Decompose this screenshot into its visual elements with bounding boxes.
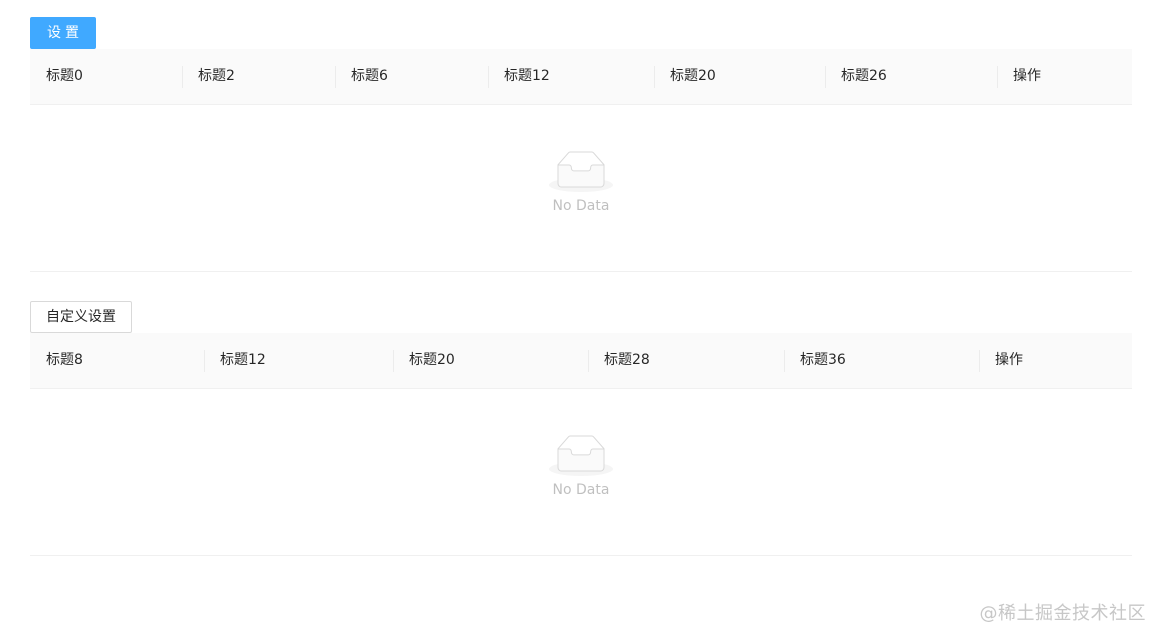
empty-state: No Data	[30, 435, 1132, 498]
table-body-empty-1: No Data	[30, 105, 1132, 272]
table-section-2: 自定义设置 标题8 标题12 标题20 标题28 标题36 操作 No Data	[30, 301, 1132, 556]
column-header[interactable]: 标题26	[825, 49, 997, 104]
column-header[interactable]: 标题28	[588, 333, 784, 388]
empty-state: No Data	[30, 151, 1132, 214]
table-body-empty-2: No Data	[30, 389, 1132, 556]
empty-inbox-icon	[549, 435, 613, 476]
column-header-actions[interactable]: 操作	[997, 49, 1132, 104]
column-header[interactable]: 标题36	[784, 333, 979, 388]
column-header[interactable]: 标题20	[393, 333, 588, 388]
empty-text: No Data	[552, 482, 610, 498]
data-table-1: 标题0 标题2 标题6 标题12 标题20 标题26 操作 No Data	[30, 49, 1132, 272]
data-table-2: 标题8 标题12 标题20 标题28 标题36 操作 No Data	[30, 333, 1132, 556]
watermark: @稀土掘金技术社区	[979, 603, 1146, 624]
table-header-2: 标题8 标题12 标题20 标题28 标题36 操作	[30, 333, 1132, 389]
empty-inbox-icon	[549, 151, 613, 192]
custom-settings-button[interactable]: 自定义设置	[30, 301, 132, 333]
column-header[interactable]: 标题20	[654, 49, 825, 104]
column-header[interactable]: 标题0	[30, 49, 182, 104]
settings-button[interactable]: 设置	[30, 17, 96, 49]
column-header[interactable]: 标题6	[335, 49, 488, 104]
table-section-1: 设置 标题0 标题2 标题6 标题12 标题20 标题26 操作 No Data	[30, 17, 1132, 272]
column-header[interactable]: 标题12	[488, 49, 654, 104]
empty-text: No Data	[552, 198, 610, 214]
table-header-1: 标题0 标题2 标题6 标题12 标题20 标题26 操作	[30, 49, 1132, 105]
column-header[interactable]: 标题2	[182, 49, 335, 104]
column-header[interactable]: 标题8	[30, 333, 204, 388]
column-header[interactable]: 标题12	[204, 333, 393, 388]
column-header-actions[interactable]: 操作	[979, 333, 1132, 388]
